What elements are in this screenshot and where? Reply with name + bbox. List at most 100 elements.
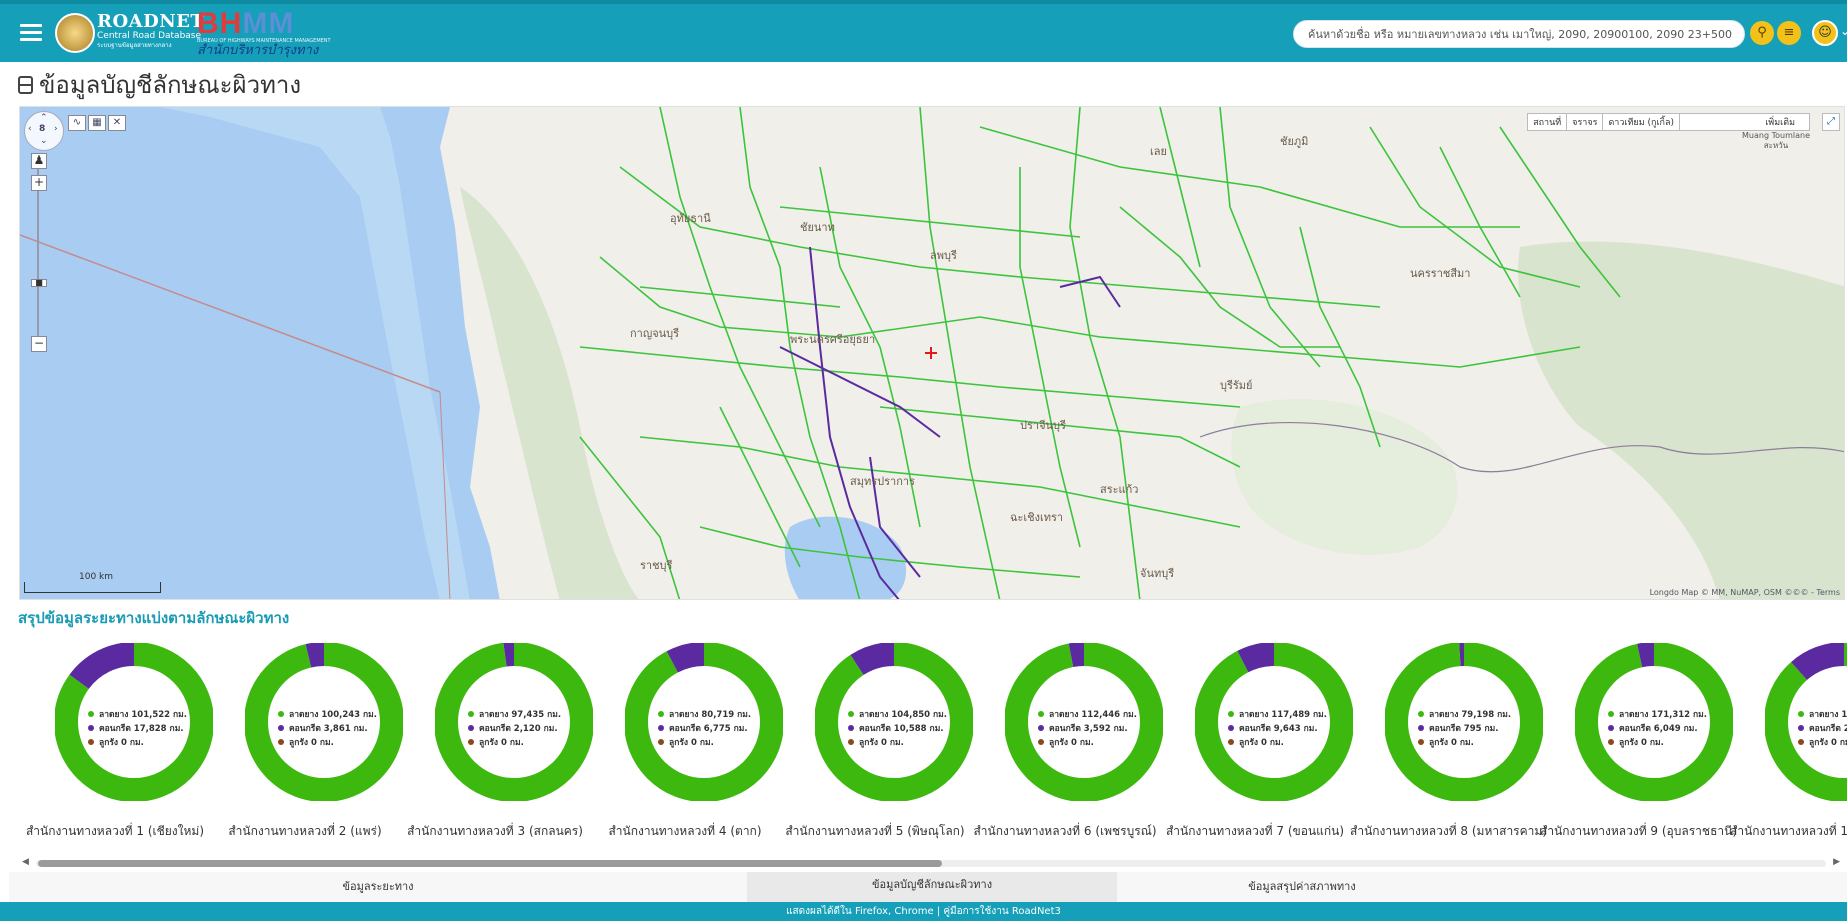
zoom-in-button[interactable]: + (31, 175, 47, 191)
map-location-line1: Muang Toumlane (1742, 131, 1810, 140)
office-summary-card[interactable]: ลาดยาง 169 คอนกรีต 22 ลูกรัง 0 กม. สำนักงาน… (1730, 640, 1847, 850)
svg-text:จันทบุรี: จันทบุรี (1140, 567, 1174, 580)
legend-text: คอนกรีต 17,828 กม. (99, 724, 184, 734)
legend-text: ลาดยาง 112,446 กม. (1049, 710, 1138, 720)
hamburger-menu-icon[interactable] (20, 24, 42, 42)
department-seal-logo (55, 13, 95, 53)
svg-text:ชัยนาท: ชัยนาท (800, 221, 835, 234)
legend-laterite: ลูกรัง 0 กม. (658, 736, 751, 750)
filter-icon[interactable]: ≡ (1777, 21, 1801, 45)
bhmm-logo: BHMM BUREAU OF HIGHWAYS MAINTENANCE MANA… (197, 9, 339, 58)
tab-condition-summary[interactable]: ข้อมูลสรุปค่าสภาพทาง (1117, 872, 1487, 902)
legend-text: ลาดยาง 104,850 กม. (859, 710, 948, 720)
office-summary-card[interactable]: ลาดยาง 117,489 กม. คอนกรีต 9,643 กม. ลูกรั… (1160, 640, 1353, 850)
legend-text: ลูกรัง 0 กม. (1619, 738, 1664, 748)
legend-laterite: ลูกรัง 0 กม. (848, 736, 947, 750)
layer-places[interactable]: สถานที่ (1527, 113, 1568, 131)
legend-dot (1038, 725, 1044, 731)
legend-text: ลาดยาง 169 (1809, 710, 1847, 720)
office-summary-card[interactable]: ลาดยาง 112,446 กม. คอนกรีต 3,592 กม. ลูกรั… (970, 640, 1163, 850)
search-input[interactable] (1294, 21, 1752, 47)
office-summary-card[interactable]: ลาดยาง 79,198 กม. คอนกรีต 795 กม. ลูกรัง 0… (1350, 640, 1547, 850)
legend-text: ลาดยาง 171,312 กม. (1619, 710, 1708, 720)
scroll-left-icon[interactable]: ◀ (22, 857, 29, 867)
svg-text:เลย: เลย (1150, 145, 1167, 158)
office-summary-card[interactable]: ลาดยาง 97,435 กม. คอนกรีต 2,120 กม. ลูกรัง… (400, 640, 593, 850)
legend-dot (278, 725, 284, 731)
office-name-label: สำนักงานทางหลวงที่ 1 (เชียงใหม่) (25, 824, 205, 838)
svg-text:พระนครศรีอยุธยา: พระนครศรีอยุธยา (790, 333, 875, 346)
layer-more-select[interactable]: เพิ่มเติม (1679, 113, 1810, 131)
roadnet-brand: ROADNET Central Road Database ระบบฐานข้อ… (97, 13, 204, 50)
zoom-slider-track[interactable] (37, 169, 39, 339)
measure-area-icon[interactable]: ▦ (88, 115, 106, 131)
legend-laterite: ลูกรัง 0 กม. (468, 736, 561, 750)
scrollbar-thumb[interactable] (38, 860, 942, 867)
fullscreen-icon[interactable]: ⤢ (1822, 113, 1840, 131)
zoom-slider-handle[interactable]: ■ (31, 279, 47, 287)
donut-legend: ลาดยาง 171,312 กม. คอนกรีต 6,049 กม. ลูกรั… (1608, 708, 1707, 750)
layer-satellite[interactable]: ดาวเทียม (กูเกิ้ล) (1602, 113, 1680, 131)
legend-text: ลาดยาง 80,719 กม. (669, 710, 752, 720)
clear-tool-icon[interactable]: ✕ (108, 115, 126, 131)
legend-asphalt: ลาดยาง 79,198 กม. (1418, 708, 1511, 722)
legend-dot (468, 711, 474, 717)
user-avatar-icon[interactable]: ☺ (1812, 20, 1838, 46)
map-scale-label: 100 km (79, 572, 114, 582)
legend-text: ลาดยาง 79,198 กม. (1429, 710, 1512, 720)
map-location-line2: สะหวัน (1763, 141, 1789, 150)
legend-text: ลูกรัง 0 กม. (1429, 738, 1474, 748)
office-name-label: สำนักงานทางหลวงที่ 8 (มหาสารคาม) (1350, 824, 1547, 838)
search-icon[interactable]: ⚲ (1750, 21, 1774, 45)
map-layer-switcher: สถานที่ จราจร ดาวเทียม (กูเกิ้ล) เพิ่มเต… (1527, 113, 1810, 131)
bhmm-logo-thai: สำนักบริหารบำรุงทาง (197, 43, 319, 58)
brand-name: ROADNET (97, 11, 205, 32)
legend-concrete: คอนกรีต 795 กม. (1418, 722, 1511, 736)
footer[interactable]: แสดงผลได้ดีใน Firefox, Chrome | คู่มือกา… (0, 902, 1847, 921)
legend-dot (1608, 711, 1614, 717)
office-name-label: สำนักงานทางหลวงที่ 5 (พิษณุโลก) (785, 824, 965, 838)
office-summary-card[interactable]: ลาดยาง 171,312 กม. คอนกรีต 6,049 กม. ลูกรั… (1540, 640, 1738, 850)
map-scale-bar: 100 km (24, 572, 161, 593)
legend-dot (848, 739, 854, 745)
office-name-label: สำนักงานทางหลวงที่ 9 (อุบลราชธานี) (1540, 824, 1738, 838)
office-name-label: สำนักงานทางหลวงที่ 7 (ขอนแก่น) (1165, 824, 1345, 838)
donut-legend: ลาดยาง 100,243 กม. คอนกรีต 3,861 กม. ลูกรั… (278, 708, 377, 750)
donut-legend: ลาดยาง 97,435 กม. คอนกรีต 2,120 กม. ลูกรัง… (468, 708, 561, 750)
summary-title: สรุปข้อมูลระยะทางแบ่งตามลักษณะผิวทาง (18, 609, 290, 627)
zoom-out-button[interactable]: − (31, 336, 47, 352)
page-title: ข้อมูลบัญชีลักษณะผิวทาง (18, 68, 301, 102)
legend-dot (1228, 711, 1234, 717)
search-box (1293, 20, 1752, 48)
legend-text: ลูกรัง 0 กม. (99, 738, 144, 748)
road-map[interactable]: อุทัยธานี ชัยนาท ลพบุรี กาญจนบุรี พระนคร… (19, 106, 1845, 600)
tab-distance-data[interactable]: ข้อมูลระยะทาง (9, 872, 747, 902)
scroll-right-icon[interactable]: ▶ (1833, 857, 1840, 867)
layer-traffic[interactable]: จราจร (1566, 113, 1604, 131)
chevron-down-icon[interactable]: ⌄ (1840, 24, 1847, 38)
top-strip (0, 0, 1847, 4)
office-summary-card[interactable]: ลาดยาง 104,850 กม. คอนกรีต 10,588 กม. ลูกร… (780, 640, 973, 850)
map-canvas[interactable]: อุทัยธานี ชัยนาท ลพบุรี กาญจนบุรี พระนคร… (20, 107, 1845, 600)
legend-asphalt: ลาดยาง 97,435 กม. (468, 708, 561, 722)
legend-dot (658, 739, 664, 745)
office-summary-card[interactable]: ลาดยาง 100,243 กม. คอนกรีต 3,861 กม. ลูกรั… (210, 640, 403, 850)
svg-text:ลพบุรี: ลพบุรี (930, 249, 957, 262)
horizontal-scrollbar[interactable]: ◀ ▶ (22, 857, 1840, 869)
donut-legend: ลาดยาง 79,198 กม. คอนกรีต 795 กม. ลูกรัง 0… (1418, 708, 1511, 750)
legend-dot (1038, 739, 1044, 745)
office-summary-card[interactable]: ลาดยาง 101,522 กม. คอนกรีต 17,828 กม. ลูกร… (20, 640, 213, 850)
legend-dot (88, 739, 94, 745)
ruler-tool-icon[interactable]: ∿ (68, 115, 86, 131)
pan-control[interactable]: ⌃ ⌄ ‹ › 8 (24, 111, 64, 151)
table-icon (18, 76, 33, 94)
legend-dot (278, 739, 284, 745)
page-title-text: ข้อมูลบัญชีลักษณะผิวทาง (39, 71, 302, 99)
office-summary-card[interactable]: ลาดยาง 80,719 กม. คอนกรีต 6,775 กม. ลูกรัง… (590, 640, 783, 850)
office-name-label: สำนักงานทางหลวงที่ 6 (เพชรบูรณ์) (973, 824, 1157, 838)
street-view-icon[interactable]: ♟ (31, 153, 47, 169)
tab-surface-type-data[interactable]: ข้อมูลบัญชีลักษณะผิวทาง (747, 872, 1117, 905)
legend-dot (1228, 725, 1234, 731)
legend-text: คอนกรีต 3,592 กม. (1049, 724, 1128, 734)
legend-asphalt: ลาดยาง 169 (1798, 708, 1847, 722)
